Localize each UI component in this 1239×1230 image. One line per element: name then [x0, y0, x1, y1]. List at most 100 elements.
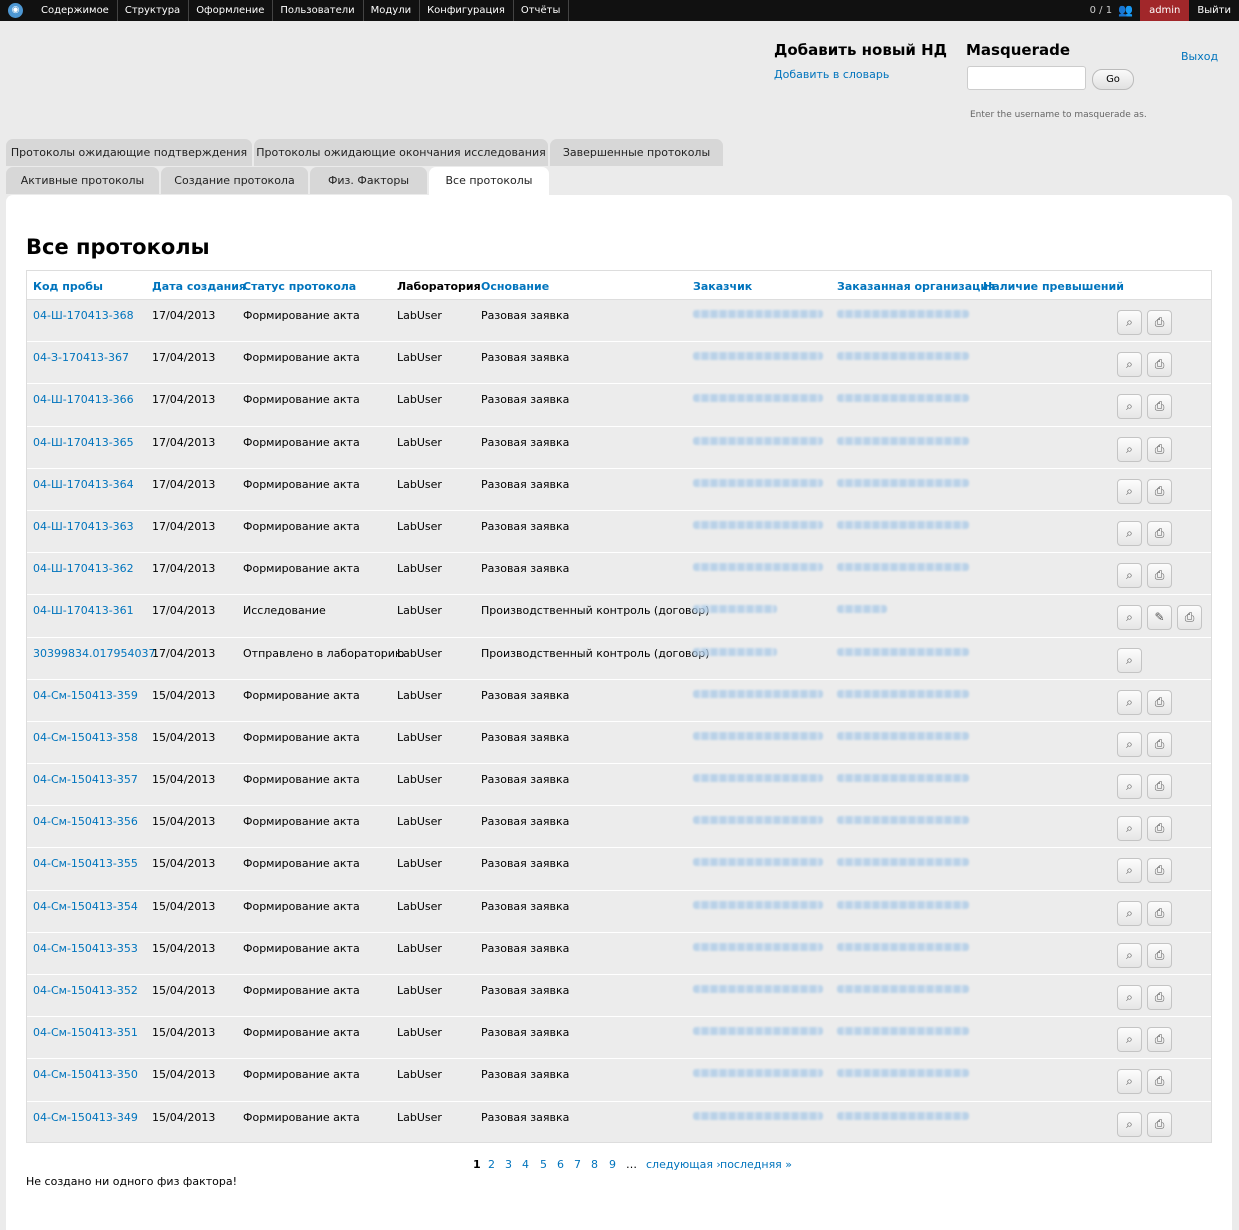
cell-sample-code[interactable]: 04-З-170413-367: [33, 351, 129, 364]
print-button[interactable]: ⎙: [1147, 816, 1172, 842]
drupal-home-icon[interactable]: ◉: [8, 3, 23, 18]
print-button[interactable]: ⎙: [1147, 478, 1172, 504]
header-ordered-org[interactable]: Заказанная организация: [837, 280, 995, 293]
masquerade-go-button[interactable]: Go: [1092, 69, 1134, 90]
print-button[interactable]: ⎙: [1147, 563, 1172, 589]
exit-link[interactable]: Выход: [1181, 50, 1218, 63]
cell-sample-code[interactable]: 04-Ш-170413-368: [33, 309, 134, 322]
toolbar-item-content[interactable]: Содержимое: [34, 0, 118, 21]
header-sample-code[interactable]: Код пробы: [33, 280, 103, 293]
view-button[interactable]: ⌕: [1117, 394, 1142, 420]
header-exceedances[interactable]: Наличие превышений: [983, 280, 1124, 293]
tab-awaiting-research-end[interactable]: Протоколы ожидающие окончания исследован…: [254, 139, 548, 166]
cell-sample-code[interactable]: 04-См-150413-357: [33, 773, 138, 786]
header-basis[interactable]: Основание: [481, 280, 549, 293]
print-button[interactable]: ⎙: [1147, 731, 1172, 757]
tab-active[interactable]: Активные протоколы: [6, 167, 159, 194]
masquerade-input[interactable]: [967, 66, 1086, 90]
cell-sample-code[interactable]: 04-Ш-170413-364: [33, 478, 134, 491]
header-customer[interactable]: Заказчик: [693, 280, 752, 293]
print-button[interactable]: ⎙: [1177, 605, 1202, 631]
view-button[interactable]: ⌕: [1117, 352, 1142, 378]
view-button[interactable]: ⌕: [1117, 774, 1142, 800]
print-button[interactable]: ⎙: [1147, 1111, 1172, 1137]
print-button[interactable]: ⎙: [1147, 689, 1172, 715]
cell-sample-code[interactable]: 04-См-150413-355: [33, 857, 138, 870]
tab-create-protocol[interactable]: Создание протокола: [161, 167, 308, 194]
toolbar-logout-link[interactable]: Выйти: [1189, 0, 1239, 21]
view-button[interactable]: ⌕: [1117, 605, 1142, 631]
view-button[interactable]: ⌕: [1117, 1111, 1142, 1137]
tab-all-protocols[interactable]: Все протоколы: [429, 167, 549, 195]
add-to-dictionary-link[interactable]: Добавить в словарь: [774, 68, 889, 81]
cell-sample-code[interactable]: 04-См-150413-354: [33, 900, 138, 913]
print-button[interactable]: ⎙: [1147, 1069, 1172, 1095]
pager-next[interactable]: следующая ›: [646, 1158, 721, 1171]
toolbar-item-modules[interactable]: Модули: [364, 0, 421, 21]
print-button[interactable]: ⎙: [1147, 394, 1172, 420]
view-button[interactable]: ⌕: [1117, 900, 1142, 926]
cell-sample-code[interactable]: 30399834.017954037: [33, 647, 155, 660]
view-button[interactable]: ⌕: [1117, 1069, 1142, 1095]
print-button[interactable]: ⎙: [1147, 985, 1172, 1010]
view-button[interactable]: ⌕: [1117, 310, 1142, 335]
view-button[interactable]: ⌕: [1117, 436, 1142, 462]
view-button[interactable]: ⌕: [1117, 647, 1142, 673]
view-button[interactable]: ⌕: [1117, 985, 1142, 1010]
cell-sample-code[interactable]: 04-См-150413-350: [33, 1068, 138, 1081]
cell-sample-code[interactable]: 04-Ш-170413-365: [33, 436, 134, 449]
toolbar-item-configuration[interactable]: Конфигурация: [420, 0, 514, 21]
print-button[interactable]: ⎙: [1147, 520, 1172, 546]
view-button[interactable]: ⌕: [1117, 520, 1142, 546]
cell-sample-code[interactable]: 04-См-150413-349: [33, 1111, 138, 1124]
cell-sample-code[interactable]: 04-Ш-170413-361: [33, 604, 134, 617]
view-button[interactable]: ⌕: [1117, 816, 1142, 842]
cell-sample-code[interactable]: 04-Ш-170413-363: [33, 520, 134, 533]
view-button[interactable]: ⌕: [1117, 689, 1142, 715]
view-button[interactable]: ⌕: [1117, 478, 1142, 504]
cell-sample-code[interactable]: 04-См-150413-352: [33, 984, 138, 997]
tab-completed[interactable]: Завершенные протоколы: [550, 139, 723, 166]
pager-page-9[interactable]: 9: [609, 1158, 616, 1171]
view-button[interactable]: ⌕: [1117, 731, 1142, 757]
header-created-date[interactable]: Дата создания: [152, 280, 246, 293]
print-button[interactable]: ⎙: [1147, 858, 1172, 884]
cell-sample-code[interactable]: 04-См-150413-359: [33, 689, 138, 702]
toolbar-user-link[interactable]: admin: [1140, 0, 1190, 21]
pager-page-6[interactable]: 6: [557, 1158, 564, 1171]
print-button[interactable]: ⎙: [1147, 1027, 1172, 1053]
cell-sample-code[interactable]: 04-См-150413-358: [33, 731, 138, 744]
cell-basis: Разовая заявка: [481, 477, 570, 491]
pager-page-3[interactable]: 3: [505, 1158, 512, 1171]
pager-page-4[interactable]: 4: [522, 1158, 529, 1171]
print-button[interactable]: ⎙: [1147, 900, 1172, 926]
header-status[interactable]: Статус протокола: [243, 280, 356, 293]
toolbar-item-reports[interactable]: Отчёты: [514, 0, 570, 21]
tab-physical-factors[interactable]: Физ. Факторы: [310, 167, 427, 194]
toolbar-item-structure[interactable]: Структура: [118, 0, 190, 21]
cell-sample-code[interactable]: 04-Ш-170413-362: [33, 562, 134, 575]
pager-page-8[interactable]: 8: [591, 1158, 598, 1171]
view-button[interactable]: ⌕: [1117, 858, 1142, 884]
print-button[interactable]: ⎙: [1147, 942, 1172, 968]
print-button[interactable]: ⎙: [1147, 352, 1172, 378]
cell-sample-code[interactable]: 04-См-150413-351: [33, 1026, 138, 1039]
tab-awaiting-confirmation[interactable]: Протоколы ожидающие подтверждения: [6, 139, 252, 166]
cell-sample-code[interactable]: 04-Ш-170413-366: [33, 393, 134, 406]
view-button[interactable]: ⌕: [1117, 563, 1142, 589]
toolbar-item-people[interactable]: Пользователи: [273, 0, 364, 21]
cell-laboratory: LabUser: [397, 309, 442, 322]
pager-last[interactable]: последняя »: [720, 1158, 792, 1171]
pager-page-5[interactable]: 5: [540, 1158, 547, 1171]
pager-page-7[interactable]: 7: [574, 1158, 581, 1171]
cell-sample-code[interactable]: 04-См-150413-356: [33, 815, 138, 828]
edit-button[interactable]: ✎: [1147, 605, 1172, 631]
print-button[interactable]: ⎙: [1147, 774, 1172, 800]
toolbar-item-appearance[interactable]: Оформление: [189, 0, 274, 21]
print-button[interactable]: ⎙: [1147, 310, 1172, 335]
print-button[interactable]: ⎙: [1147, 436, 1172, 462]
pager-page-2[interactable]: 2: [488, 1158, 495, 1171]
cell-sample-code[interactable]: 04-См-150413-353: [33, 942, 138, 955]
view-button[interactable]: ⌕: [1117, 1027, 1142, 1053]
view-button[interactable]: ⌕: [1117, 942, 1142, 968]
